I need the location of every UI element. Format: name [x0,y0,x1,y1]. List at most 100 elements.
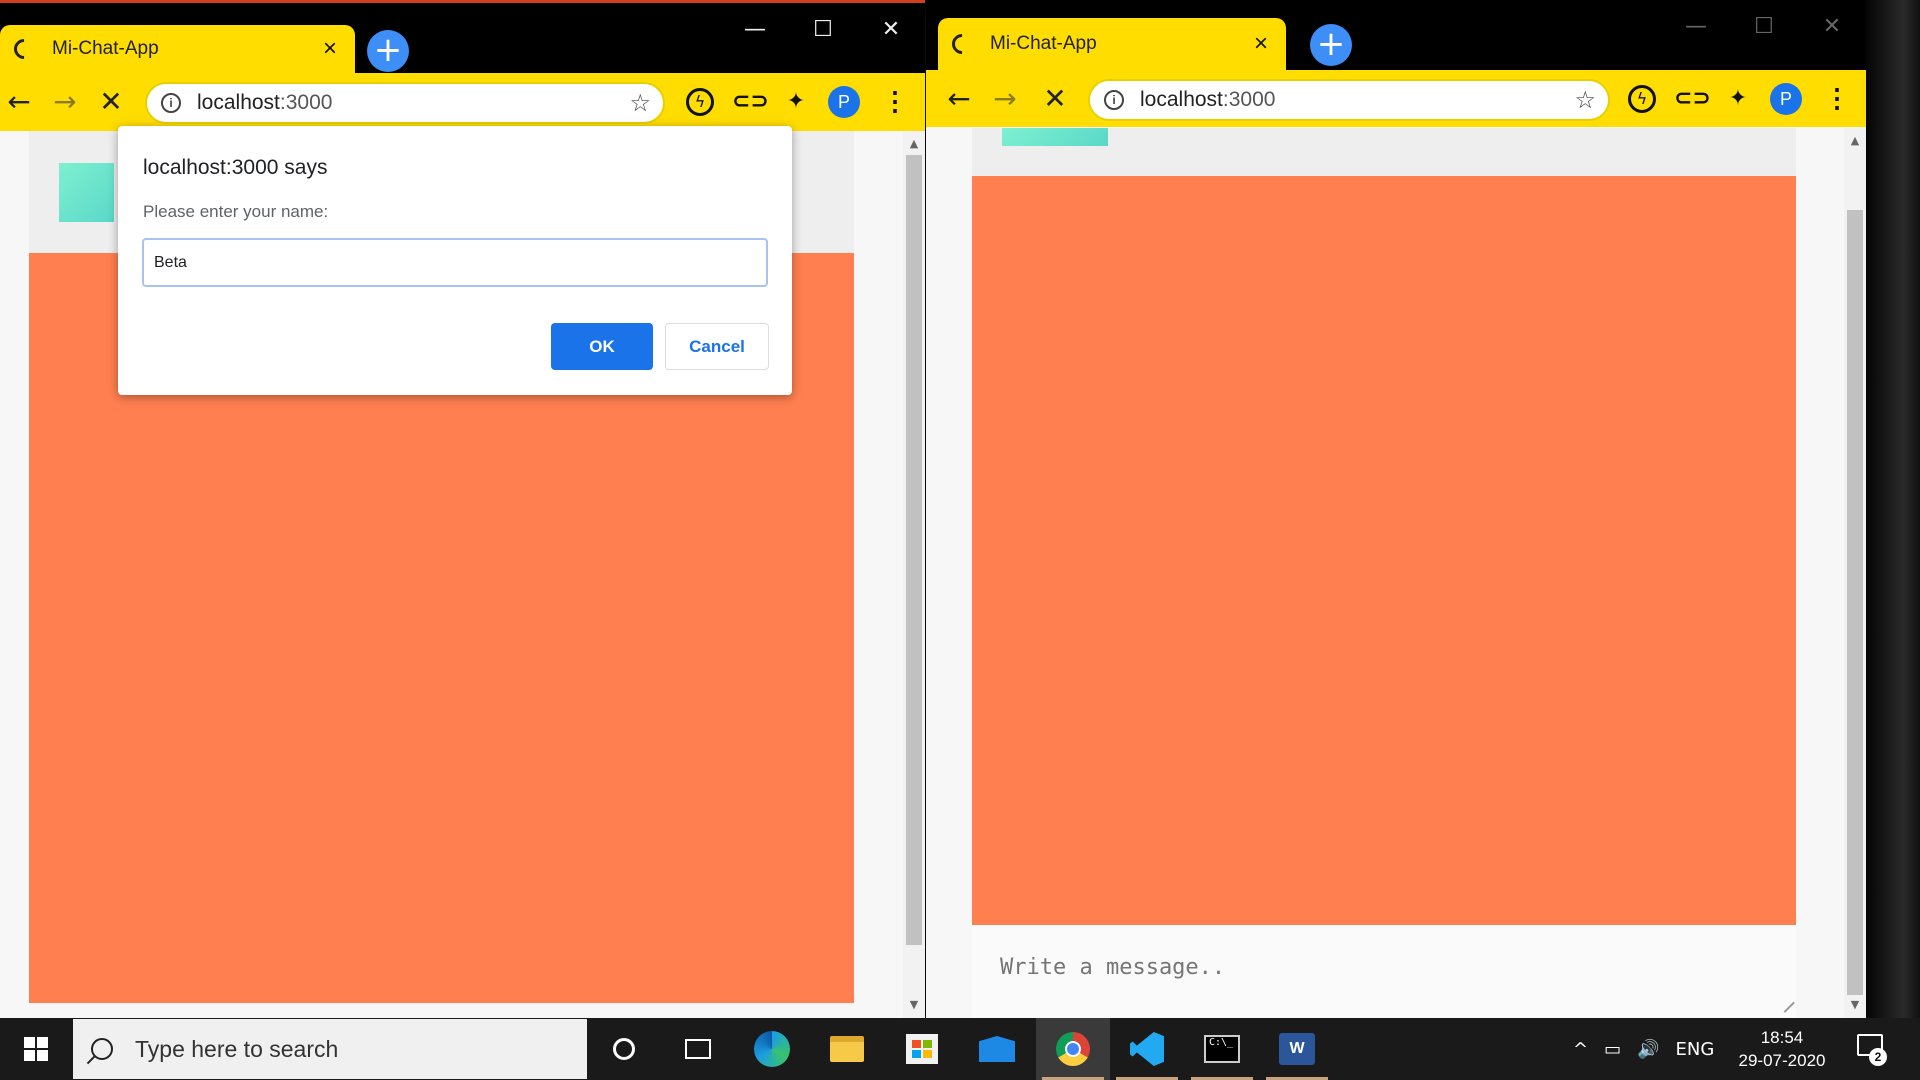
terminal-icon: C:\_ [1204,1035,1240,1063]
prompt-dialog: localhost:3000 says Please enter your na… [118,126,792,395]
cortana-button[interactable] [587,1018,661,1080]
mail-taskbar-button[interactable] [960,1018,1034,1080]
scroll-thumb[interactable] [1847,210,1863,995]
battery-icon[interactable]: ▭ [1604,1039,1621,1060]
file-explorer-taskbar-button[interactable] [810,1018,884,1080]
cancel-button[interactable]: Cancel [665,323,769,370]
minimize-button[interactable]: — [721,11,789,49]
windows-taskbar: Type here to search C:\_ W ^ ▭ 🔊 ENG 18:… [0,1018,1920,1080]
tab-close-icon[interactable]: × [1246,29,1276,59]
close-window-button[interactable]: ✕ [857,11,925,49]
cortana-icon [613,1038,635,1060]
stop-loading-icon[interactable]: ✕ [92,83,130,121]
store-icon [906,1034,938,1064]
loading-spinner-icon [947,29,977,59]
chrome-taskbar-button[interactable] [1036,1018,1110,1080]
scroll-up-icon[interactable]: ▲ [1848,134,1862,148]
extensions-puzzle-icon[interactable]: ✦ [1722,83,1754,115]
tab-strip: Mi-Chat-App × + — ☐ ✕ [0,3,925,73]
tab-mi-chat-app[interactable]: Mi-Chat-App × [938,18,1286,70]
site-info-icon[interactable]: i [1104,90,1124,110]
ok-button[interactable]: OK [551,323,653,370]
browser-toolbar: ← → ✕ i localhost:3000 ☆ ϟ ⊂⊃ ✦ P ⋮ [926,70,1866,127]
vertical-scrollbar[interactable]: ▲ ▼ [903,131,925,1018]
system-tray: ^ ▭ 🔊 ENG [1565,1018,1722,1080]
back-arrow-icon[interactable]: ← [0,83,38,121]
scroll-thumb[interactable] [906,155,922,945]
task-view-button[interactable] [661,1018,735,1080]
address-bar[interactable]: i localhost:3000 ☆ [1088,79,1610,121]
new-tab-button[interactable]: + [367,30,409,72]
link-extension-icon[interactable]: ⊂⊃ [1674,83,1711,115]
tab-strip: Mi-Chat-App × + — ☐ ✕ [926,0,1866,70]
loading-spinner-icon [9,34,39,64]
word-icon: W [1279,1033,1315,1065]
start-button[interactable] [0,1018,72,1080]
name-input[interactable] [142,238,768,287]
chat-logo-icon [1002,128,1108,146]
edge-taskbar-button[interactable] [735,1018,809,1080]
store-taskbar-button[interactable] [885,1018,959,1080]
scroll-up-icon[interactable]: ▲ [907,137,921,151]
tab-mi-chat-app[interactable]: Mi-Chat-App × [0,25,355,73]
search-icon [91,1038,113,1060]
language-indicator[interactable]: ENG [1676,1039,1715,1060]
vertical-scrollbar[interactable]: ▲ ▼ [1844,128,1866,1018]
dialog-title: localhost:3000 says [143,156,328,179]
close-window-button[interactable]: ✕ [1798,8,1866,46]
window-controls: — ☐ ✕ [721,11,925,49]
bookmark-star-icon[interactable]: ☆ [629,89,651,117]
chrome-icon [1056,1032,1090,1066]
taskbar-search-box[interactable]: Type here to search [73,1019,587,1079]
back-arrow-icon[interactable]: ← [940,80,978,118]
terminal-taskbar-button[interactable]: C:\_ [1185,1018,1259,1080]
maximize-button[interactable]: ☐ [1730,8,1798,46]
stop-loading-icon[interactable]: ✕ [1036,80,1074,118]
browser-menu-icon[interactable]: ⋮ [882,86,908,118]
clock[interactable]: 18:54 29-07-2020 [1720,1026,1844,1072]
right-browser-window: Mi-Chat-App × + — ☐ ✕ ← → ✕ i localhost:… [926,0,1866,1018]
url-text: localhost:3000 [197,91,629,115]
edge-icon [754,1031,790,1067]
vscode-icon [1130,1032,1164,1066]
page-content [926,128,1844,1018]
search-placeholder: Type here to search [135,1035,339,1062]
profile-avatar[interactable]: P [828,86,860,118]
address-bar[interactable]: i localhost:3000 ☆ [145,82,665,124]
extensions-puzzle-icon[interactable]: ✦ [780,86,812,118]
forward-arrow-icon[interactable]: → [46,83,84,121]
url-host: localhost [197,91,280,114]
word-taskbar-button[interactable]: W [1260,1018,1334,1080]
forward-arrow-icon[interactable]: → [986,80,1024,118]
url-text: localhost:3000 [1140,88,1574,112]
site-info-icon[interactable]: i [161,93,181,113]
desktop-background [1866,0,1920,1018]
link-extension-icon[interactable]: ⊂⊃ [732,86,769,118]
action-center-button[interactable]: 2 [1855,1030,1889,1068]
url-host: localhost [1140,88,1223,111]
scroll-down-icon[interactable]: ▼ [1848,998,1862,1012]
url-port: :3000 [279,91,333,114]
bolt-extension-icon[interactable]: ϟ [1628,85,1656,113]
mail-icon [979,1036,1015,1062]
volume-icon[interactable]: 🔊 [1637,1039,1659,1060]
profile-avatar[interactable]: P [1770,83,1802,115]
tab-title: Mi-Chat-App [52,38,159,59]
new-tab-button[interactable]: + [1310,24,1352,66]
clock-time: 18:54 [1760,1028,1804,1047]
windows-logo-icon [24,1037,48,1061]
message-input[interactable] [972,925,1796,1018]
browser-menu-icon[interactable]: ⋮ [1824,83,1850,115]
vscode-taskbar-button[interactable] [1110,1018,1184,1080]
chat-messages-area [972,176,1796,925]
clock-date: 29-07-2020 [1738,1051,1826,1070]
show-hidden-icons-chevron-icon[interactable]: ^ [1573,1039,1588,1060]
bookmark-star-icon[interactable]: ☆ [1574,86,1596,114]
chat-header [972,128,1796,176]
bolt-extension-icon[interactable]: ϟ [686,88,714,116]
maximize-button[interactable]: ☐ [789,11,857,49]
minimize-button[interactable]: — [1662,8,1730,46]
scroll-down-icon[interactable]: ▼ [907,998,921,1012]
tab-close-icon[interactable]: × [315,34,345,64]
chat-logo-icon [59,163,114,222]
